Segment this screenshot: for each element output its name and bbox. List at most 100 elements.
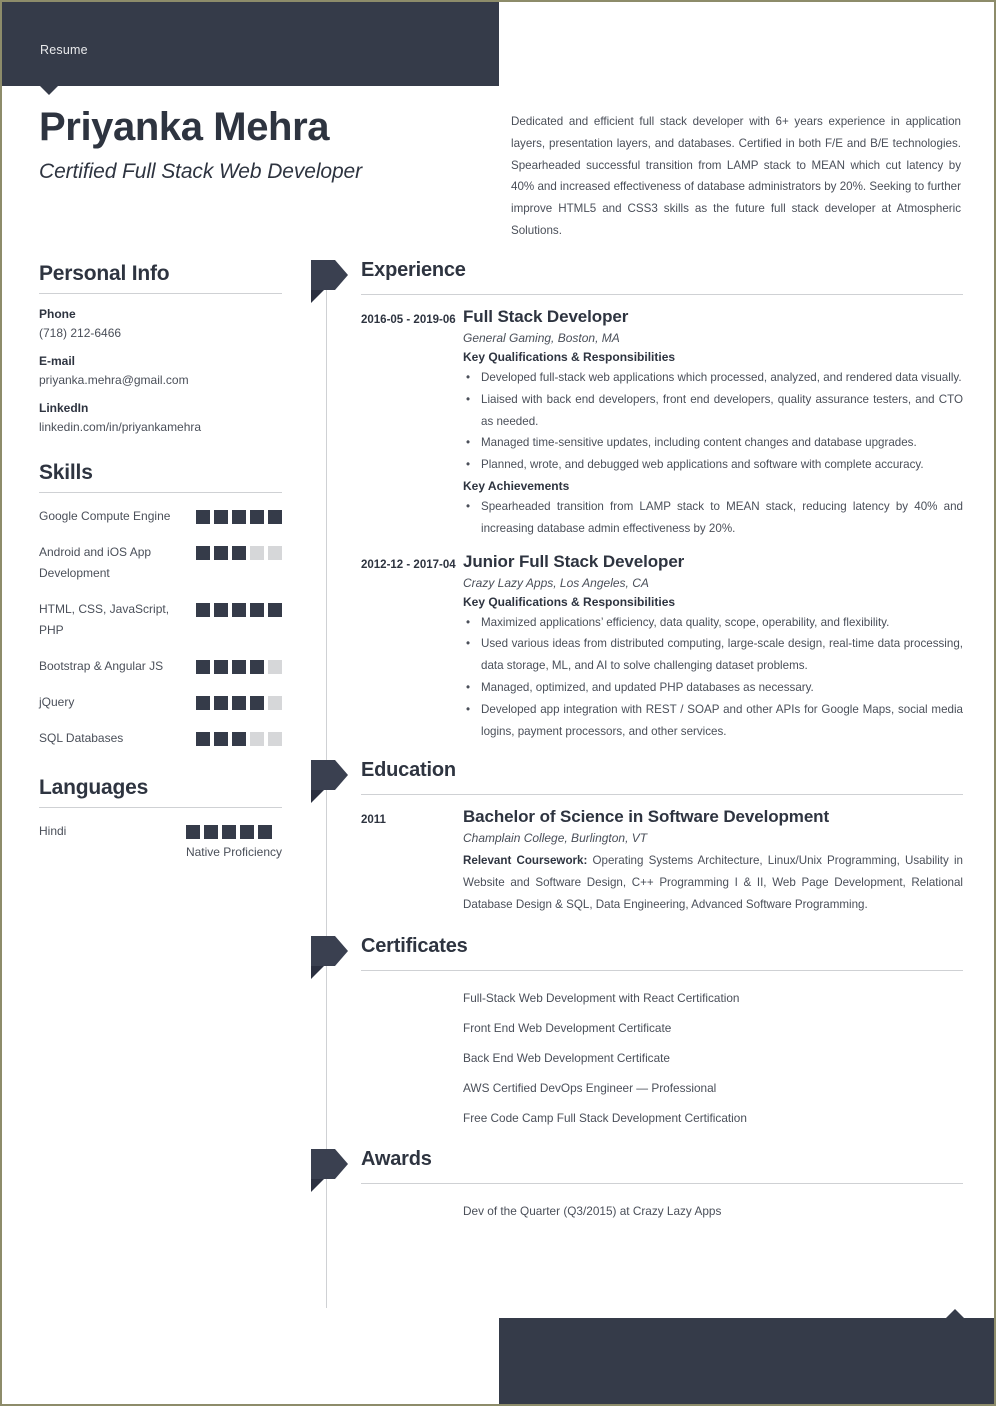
skill-row: SQL Databases bbox=[39, 728, 282, 749]
personal-info-section: Personal Info Phone (718) 212-6466 E-mail p… bbox=[39, 262, 282, 434]
sidebar: Personal Info Phone (718) 212-6466 E-mail p… bbox=[39, 262, 282, 859]
experience-date: 2016-05 - 2019-06 bbox=[361, 314, 456, 326]
education-date: 2011 bbox=[361, 814, 386, 827]
rating-square bbox=[268, 696, 282, 710]
skill-row: Google Compute Engine bbox=[39, 506, 282, 527]
bullet-item: Managed time-sensitive updates, includin… bbox=[463, 432, 963, 454]
ribbon-marker-icon bbox=[311, 760, 348, 804]
skill-rating bbox=[196, 656, 282, 674]
ribbon-marker-icon bbox=[311, 935, 348, 979]
main-content: Experience 2016-05 - 2019-06 Full Stack D… bbox=[311, 259, 963, 1226]
certificate-item: Full-Stack Web Development with React Ce… bbox=[463, 990, 740, 1005]
experience-job-title: Junior Full Stack Developer bbox=[463, 551, 685, 571]
education-degree: Bachelor of Science in Software Developm… bbox=[463, 807, 830, 827]
languages-list: Hindi Native Proficiency bbox=[39, 821, 282, 859]
experience-body: Junior Full Stack Developer Crazy Lazy Ap… bbox=[463, 552, 963, 743]
bullet-item: Developed full-stack web applications wh… bbox=[463, 367, 963, 389]
rating-square bbox=[196, 546, 210, 560]
bullet-item: Planned, wrote, and debugged web applica… bbox=[463, 454, 963, 476]
experience-entry: 2016-05 - 2019-06 Full Stack Developer Gen… bbox=[361, 295, 963, 540]
education-heading: Education bbox=[361, 759, 456, 782]
awards-heading: Awards bbox=[361, 1147, 432, 1170]
personal-info-value: priyanka.mehra@gmail.com bbox=[39, 373, 189, 387]
bullet-item: Developed app integration with REST / SO… bbox=[463, 699, 963, 743]
personal-info-item: E-mail priyanka.mehra@gmail.com bbox=[39, 354, 282, 387]
header-label: Resume bbox=[40, 43, 88, 57]
education-coursework: Relevant Coursework: Operating Systems A… bbox=[463, 854, 964, 911]
education-section-header: Education bbox=[311, 759, 963, 804]
awards-section: Awards Dev of the Quarter (Q3/2015) at C… bbox=[311, 1147, 963, 1226]
candidate-name: Priyanka Mehra bbox=[39, 105, 330, 149]
certificate-item: Back End Web Development Certificate bbox=[463, 1050, 670, 1065]
rating-square bbox=[203, 825, 218, 839]
personal-info-heading: Personal Info bbox=[39, 262, 170, 285]
rating-square bbox=[214, 546, 228, 560]
bullet-item: Maximized applications’ efficiency, data… bbox=[463, 612, 963, 634]
rating-square bbox=[250, 603, 264, 617]
skill-rating bbox=[196, 728, 282, 746]
experience-qualifications-label: Key Qualifications & Responsibilities bbox=[463, 350, 676, 364]
candidate-job-title: Certified Full Stack Web Developer bbox=[39, 160, 363, 183]
awards-list: Dev of the Quarter (Q3/2015) at Crazy La… bbox=[463, 1184, 963, 1226]
experience-body: Full Stack Developer General Gaming, Bost… bbox=[463, 307, 963, 540]
education-body: Bachelor of Science in Software Developm… bbox=[463, 807, 963, 915]
skills-heading: Skills bbox=[39, 461, 93, 484]
rating-square bbox=[232, 546, 246, 560]
experience-qualifications-list: Maximized applications’ efficiency, data… bbox=[463, 612, 963, 743]
education-entries: 2011 Bachelor of Science in Software Deve… bbox=[311, 795, 963, 915]
language-rating bbox=[185, 821, 282, 839]
skill-name: Google Compute Engine bbox=[39, 509, 171, 523]
personal-info-value: linkedin.com/in/priyankamehra bbox=[39, 420, 202, 434]
skill-rating bbox=[196, 599, 282, 617]
bullet-item: Liaised with back end developers, front … bbox=[463, 389, 963, 433]
skill-name: Android and iOS App Development bbox=[39, 545, 152, 580]
personal-info-item: Phone (718) 212-6466 bbox=[39, 307, 282, 340]
rating-square bbox=[221, 825, 236, 839]
awards-divider bbox=[361, 1182, 963, 1184]
bullet-item: Spearheaded transition from LAMP stack t… bbox=[463, 496, 963, 540]
rating-square bbox=[268, 603, 282, 617]
skill-name: Bootstrap & Angular JS bbox=[39, 659, 164, 673]
bullet-item: Managed, optimized, and updated PHP data… bbox=[463, 677, 963, 699]
certificate-item: Free Code Camp Full Stack Development Ce… bbox=[463, 1110, 747, 1125]
language-proficiency: Native Proficiency bbox=[185, 845, 282, 859]
rating-square bbox=[232, 510, 246, 524]
rating-square bbox=[214, 696, 228, 710]
languages-section: Languages Hindi Native Proficiency bbox=[39, 776, 282, 859]
rating-square bbox=[196, 510, 210, 524]
skill-rating bbox=[196, 542, 282, 560]
certificate-item: AWS Certified DevOps Engineer — Professi… bbox=[463, 1080, 717, 1095]
rating-square bbox=[268, 660, 282, 674]
rating-square bbox=[196, 732, 210, 746]
header-notch-icon bbox=[40, 86, 58, 95]
personal-info-label: Phone bbox=[39, 307, 76, 321]
experience-qualifications-label: Key Qualifications & Responsibilities bbox=[463, 594, 676, 609]
personal-info-label: E-mail bbox=[39, 354, 76, 368]
rating-square bbox=[214, 510, 228, 524]
language-rating-group: Native Proficiency bbox=[185, 821, 282, 859]
rating-square bbox=[196, 696, 210, 710]
rating-square bbox=[257, 825, 272, 839]
experience-section-header: Experience bbox=[311, 259, 963, 303]
rating-square bbox=[196, 603, 210, 617]
experience-qualifications-list: Developed full-stack web applications wh… bbox=[463, 367, 963, 476]
resume-page: Resume Priyanka Mehra Certified Full Sta… bbox=[0, 0, 996, 1406]
award-item: Dev of the Quarter (Q3/2015) at Crazy La… bbox=[463, 1203, 722, 1218]
rating-square bbox=[232, 603, 246, 617]
ribbon-marker-icon bbox=[311, 1148, 348, 1192]
skill-rating bbox=[196, 506, 282, 524]
skills-section: Skills Google Compute Engine Android and … bbox=[39, 461, 282, 749]
personal-info-list: Phone (718) 212-6466 E-mail priyanka.mehra@… bbox=[39, 307, 282, 434]
experience-company: General Gaming, Boston, MA bbox=[463, 331, 620, 345]
footer-bar bbox=[499, 1318, 994, 1404]
skill-rating bbox=[196, 692, 282, 710]
ribbon-marker-icon bbox=[311, 260, 348, 303]
rating-square bbox=[214, 732, 228, 746]
rating-square bbox=[214, 603, 228, 617]
experience-heading: Experience bbox=[361, 259, 466, 281]
experience-achievements-list: Spearheaded transition from LAMP stack t… bbox=[463, 496, 963, 540]
rating-square bbox=[250, 660, 264, 674]
personal-info-item: LinkedIn linkedin.com/in/priyankamehra bbox=[39, 401, 282, 434]
language-name: Hindi bbox=[39, 824, 67, 838]
rating-square bbox=[250, 732, 264, 746]
